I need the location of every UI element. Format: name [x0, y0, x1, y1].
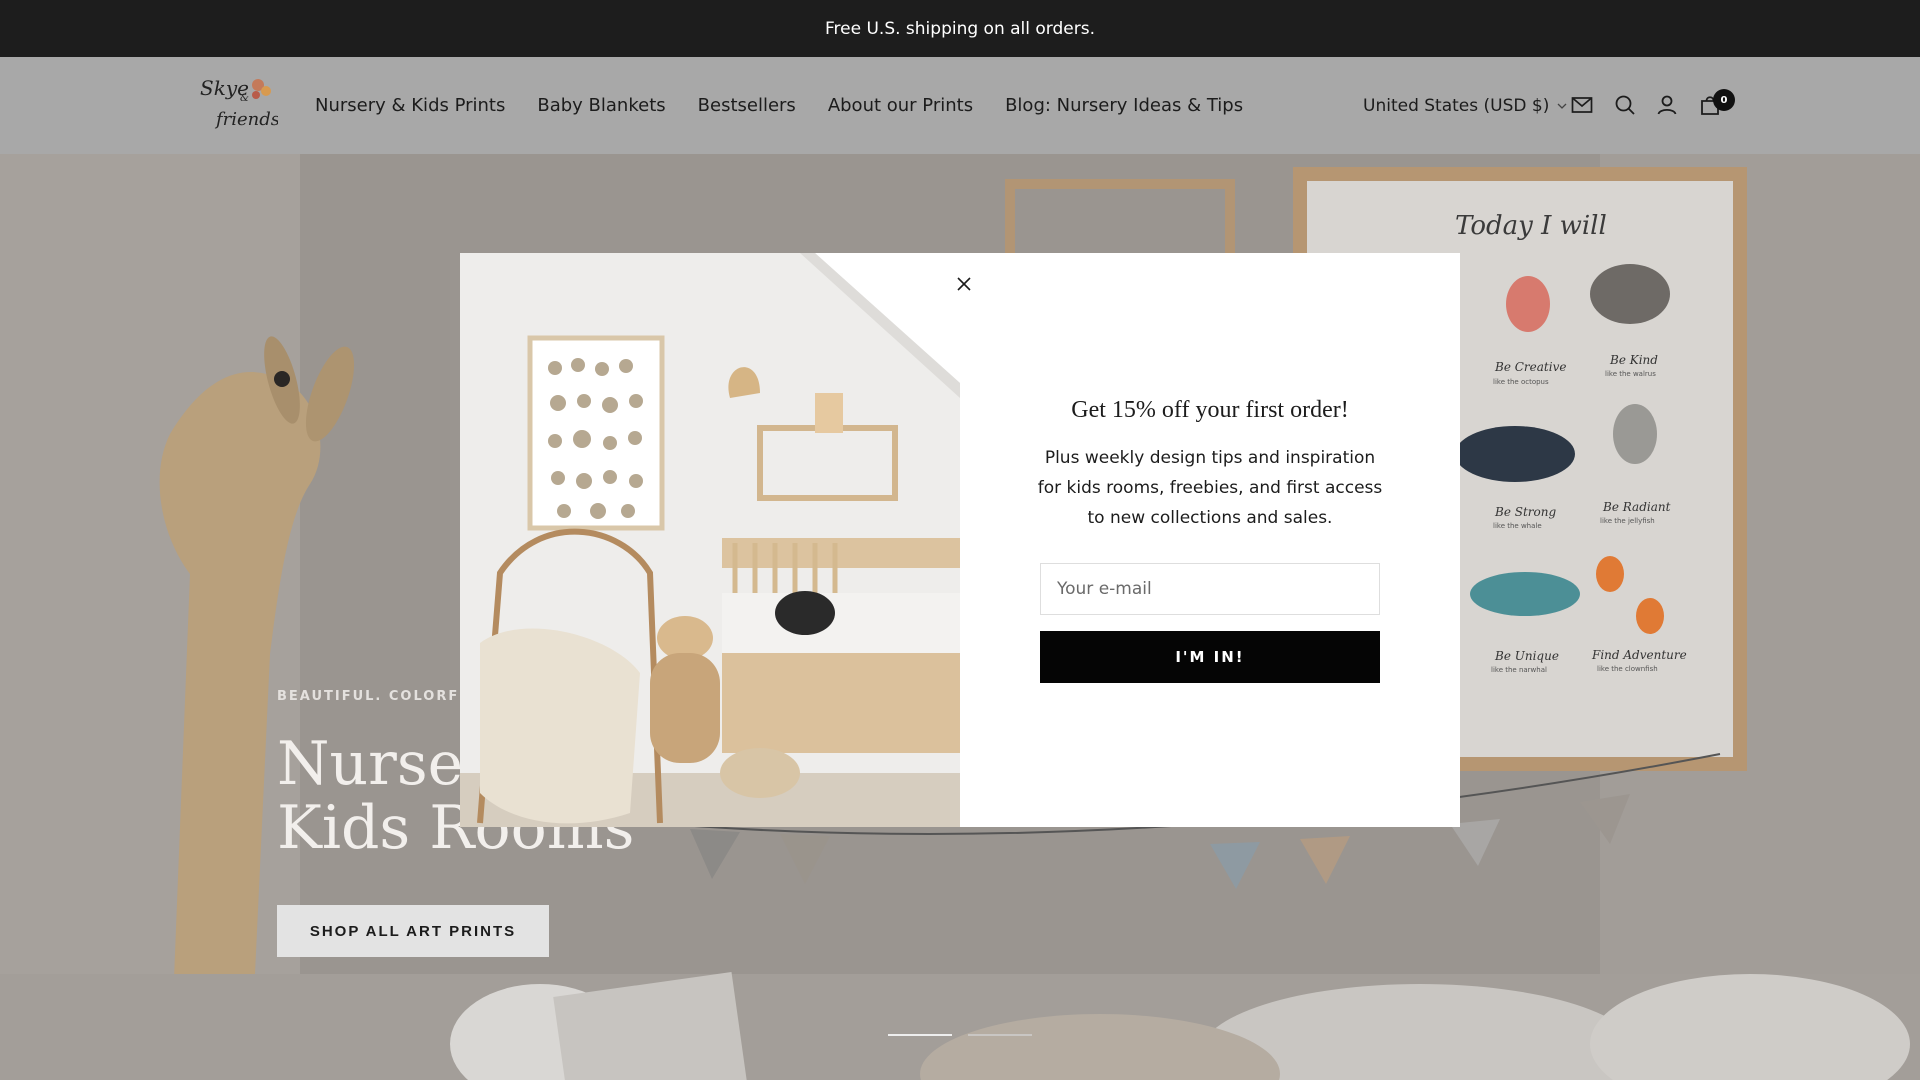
poster-sub-2: like the walrus	[1605, 370, 1656, 378]
poster-sub-1: like the octopus	[1493, 378, 1549, 386]
popup-title: Get 15% off your first order!	[1071, 397, 1349, 423]
nav-about-our-prints[interactable]: About our Prints	[828, 95, 973, 116]
logo-line2: &	[240, 93, 249, 104]
poster-sub-4: like the jellyfish	[1600, 517, 1655, 525]
slide-indicator-2[interactable]	[968, 1034, 1032, 1036]
subscribe-button[interactable]: I'M IN!	[1040, 631, 1380, 683]
cart-count-badge: 0	[1713, 89, 1735, 111]
poster-caption-4: Be Radiant	[1602, 500, 1671, 514]
nav-nursery-kids-prints[interactable]: Nursery & Kids Prints	[315, 95, 505, 116]
locale-label: United States (USD $)	[1363, 95, 1550, 116]
mail-icon[interactable]	[1570, 93, 1594, 117]
nav-baby-blankets[interactable]: Baby Blankets	[537, 95, 665, 116]
site-header: Skye & friends Nursery & Kids Prints Bab…	[0, 57, 1920, 154]
logo-line3: friends	[214, 109, 278, 130]
close-popup-button[interactable]	[954, 274, 974, 294]
locale-selector[interactable]: United States (USD $)	[1363, 57, 1567, 154]
email-field[interactable]	[1040, 563, 1380, 615]
announcement-text: Free U.S. shipping on all orders.	[825, 18, 1095, 39]
announcement-bar: Free U.S. shipping on all orders.	[0, 0, 1920, 57]
popup-nursery-image	[460, 253, 960, 827]
search-icon[interactable]	[1613, 93, 1637, 117]
nav-bestsellers[interactable]: Bestsellers	[698, 95, 796, 116]
poster-caption-1: Be Creative	[1494, 360, 1566, 374]
poster-sub-5: like the narwhal	[1491, 666, 1547, 674]
poster-sub-3: like the whale	[1493, 522, 1542, 530]
main-navigation: Nursery & Kids Prints Baby Blankets Best…	[315, 57, 1275, 154]
close-icon	[957, 277, 971, 291]
store-logo[interactable]: Skye & friends	[196, 73, 278, 135]
nav-blog[interactable]: Blog: Nursery Ideas & Tips	[1005, 95, 1243, 116]
poster-sub-6: like the clownfish	[1597, 665, 1658, 673]
popup-description: Plus weekly design tips and inspiration …	[1037, 448, 1383, 528]
poster-caption-5: Be Unique	[1494, 649, 1559, 663]
popup-content: Get 15% off your first order! Plus weekl…	[960, 253, 1460, 827]
poster-caption-6: Find Adventure	[1591, 648, 1687, 662]
shop-all-art-prints-button[interactable]: SHOP ALL ART PRINTS	[277, 905, 549, 957]
slide-indicator-1[interactable]	[888, 1034, 952, 1036]
poster-caption-3: Be Strong	[1494, 505, 1556, 519]
poster-heading: Today I will	[1455, 211, 1607, 241]
chevron-down-icon	[1557, 103, 1567, 109]
poster-caption-2: Be Kind	[1609, 353, 1658, 367]
nursery-room-illustration	[460, 253, 960, 827]
account-icon[interactable]	[1655, 93, 1679, 117]
newsletter-popup: Get 15% off your first order! Plus weekl…	[460, 253, 1460, 827]
